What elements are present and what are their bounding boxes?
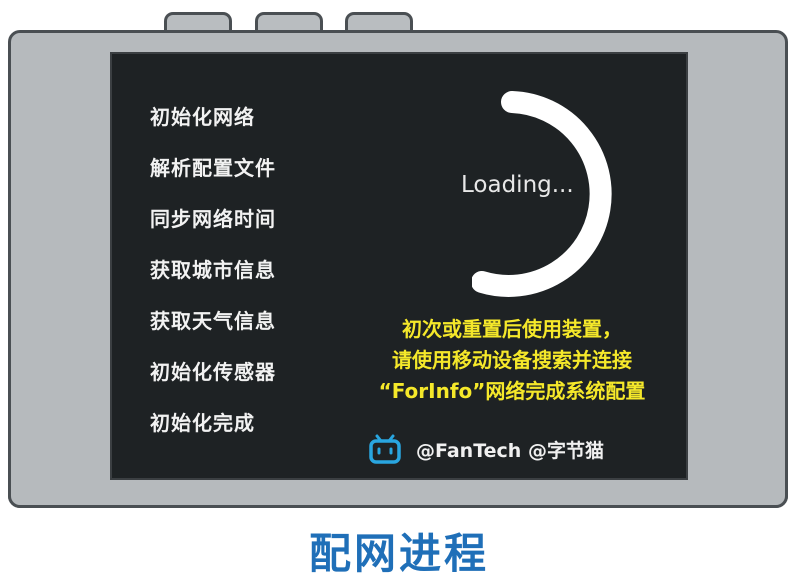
- setup-notice: 初次或重置后使用装置， 请使用移动设备搜索并连接 “ForInfo”网络完成系统…: [342, 314, 682, 407]
- init-step: 获取天气信息: [150, 309, 276, 333]
- init-step: 解析配置文件: [150, 156, 276, 180]
- device-screen: 初始化网络 解析配置文件 同步网络时间 获取城市信息 获取天气信息 初始化传感器…: [110, 52, 688, 480]
- init-step: 同步网络时间: [150, 207, 276, 231]
- setup-notice-line: 初次或重置后使用装置，: [402, 317, 622, 341]
- init-step: 初始化网络: [150, 105, 255, 129]
- credit-row: @FanTech @字节猫: [368, 432, 604, 466]
- setup-notice-line: 请使用移动设备搜索并连接: [392, 348, 632, 372]
- init-step: 初始化完成: [150, 411, 255, 435]
- caption: 配网进程: [308, 529, 489, 578]
- loading-text: Loading...: [461, 172, 574, 198]
- credit-text: @FanTech @字节猫: [416, 439, 604, 462]
- init-step: 获取城市信息: [150, 258, 276, 282]
- bilibili-tv-icon: [369, 434, 401, 464]
- init-steps-list: 初始化网络 解析配置文件 同步网络时间 获取城市信息 获取天气信息 初始化传感器…: [150, 102, 276, 459]
- setup-notice-line: “ForInfo”网络完成系统配置: [378, 379, 646, 403]
- init-step: 初始化传感器: [150, 360, 276, 384]
